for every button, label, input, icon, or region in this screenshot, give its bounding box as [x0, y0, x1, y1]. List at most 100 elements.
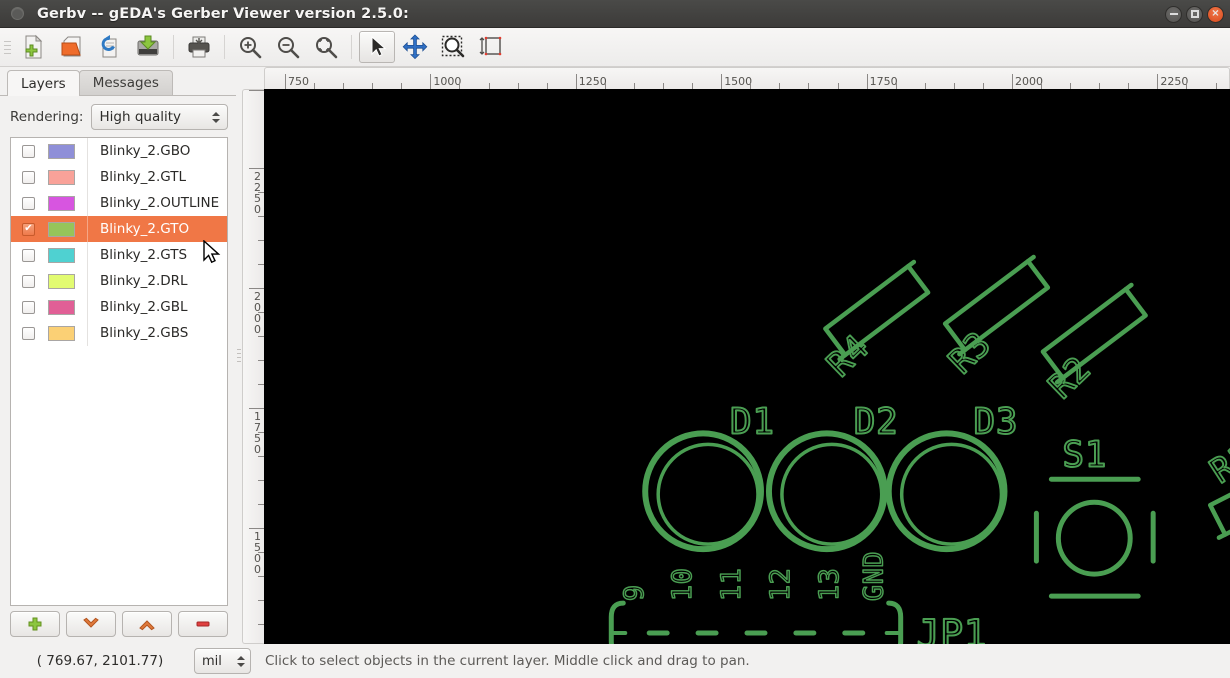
toolbar-grip[interactable]	[4, 35, 11, 59]
ruler-tick-major	[249, 288, 264, 289]
layer-visible-checkbox[interactable]	[22, 300, 35, 314]
maximize-button[interactable]	[1186, 5, 1203, 23]
layer-color-swatch[interactable]	[48, 169, 75, 185]
window-menu-icon[interactable]	[11, 7, 24, 20]
sidebar-tabs: Layers Messages	[0, 67, 236, 96]
print-icon[interactable]	[181, 31, 217, 63]
layer-action-buttons	[0, 606, 236, 644]
layer-column-divider	[87, 294, 88, 320]
rendering-select[interactable]: High quality	[90, 104, 228, 130]
status-hint: Click to select objects in the current l…	[265, 653, 750, 669]
pan-tool-icon[interactable]	[397, 31, 433, 63]
ruler-tick-major	[1012, 74, 1013, 89]
layer-row[interactable]: Blinky_2.GTL	[11, 164, 227, 190]
pointer-tool-icon[interactable]	[359, 31, 395, 63]
rendering-value: High quality	[99, 109, 182, 125]
layer-name: Blinky_2.GBS	[100, 325, 189, 341]
delete-layer-button[interactable]	[178, 611, 228, 637]
silk-switch-button	[1055, 499, 1133, 577]
rendering-row: Rendering: High quality	[0, 96, 236, 137]
ruler-tick-major	[721, 74, 723, 89]
ruler-label: 2000	[1015, 75, 1043, 88]
layer-color-swatch[interactable]	[48, 247, 75, 263]
layer-color-swatch[interactable]	[48, 325, 75, 341]
window-titlebar: Gerbv -- gEDA's Gerber Viewer version 2.…	[0, 0, 1230, 28]
layer-name: Blinky_2.DRL	[100, 273, 188, 289]
tab-messages[interactable]: Messages	[78, 70, 173, 95]
gerber-canvas[interactable]: R4 R3 R2 R1 D1 D2 D3 S1 9 10 11 12 13 GND JP1	[264, 89, 1230, 644]
layer-visible-checkbox[interactable]	[22, 144, 35, 158]
silk-led-outer-d2	[765, 430, 888, 553]
ruler-tick-major	[430, 74, 432, 89]
toolbar-separator	[351, 35, 352, 59]
ruler-tick-major	[249, 90, 264, 91]
measure-tool-icon[interactable]	[473, 31, 509, 63]
cursor-coordinates: ( 769.67, 2101.77)	[36, 653, 164, 669]
main-toolbar	[0, 28, 1230, 67]
layer-list[interactable]: Blinky_2.GBO Blinky_2.GTL Blinky_2.OUTLINE…	[10, 137, 228, 606]
layer-row[interactable]: Blinky_2.GBL	[11, 294, 227, 320]
move-layer-up-button[interactable]	[122, 611, 172, 637]
silk-led-outer-d3	[885, 430, 1008, 553]
status-bar: ( 769.67, 2101.77) mil Click to select o…	[0, 644, 1230, 678]
minimize-button[interactable]	[1165, 5, 1182, 23]
open-file-icon[interactable]	[54, 31, 90, 63]
layer-visible-checkbox[interactable]	[22, 196, 35, 210]
zoom-fit-icon[interactable]	[308, 31, 344, 63]
layer-row[interactable]: Blinky_2.DRL	[11, 268, 227, 294]
canvas-panel: 7501000125015001750200022502500 22502000…	[242, 67, 1230, 644]
silk-label-s1: S1	[1062, 434, 1107, 475]
ruler-tick-major	[1157, 74, 1159, 89]
toolbar-separator	[224, 35, 225, 59]
silk-pin-label-12: 12	[765, 568, 796, 602]
window-title: Gerbv -- gEDA's Gerber Viewer version 2.…	[37, 5, 409, 22]
revert-file-icon[interactable]	[92, 31, 128, 63]
zoom-out-icon[interactable]	[270, 31, 306, 63]
layer-row[interactable]: Blinky_2.GTS	[11, 242, 227, 268]
layer-color-swatch[interactable]	[48, 195, 75, 211]
ruler-tick-major	[249, 168, 264, 169]
layer-visible-checkbox[interactable]	[22, 170, 35, 184]
vertical-ruler: 2250200017501500	[242, 89, 264, 644]
layer-color-swatch[interactable]	[48, 273, 75, 289]
layer-name: Blinky_2.GBO	[100, 143, 191, 159]
layer-name: Blinky_2.GTL	[100, 169, 187, 185]
layer-visible-checkbox[interactable]	[22, 248, 35, 262]
move-layer-down-button[interactable]	[66, 611, 116, 637]
add-layer-button[interactable]	[10, 611, 60, 637]
silk-pin-label-9: 9	[619, 584, 650, 601]
zoom-tool-icon[interactable]	[435, 31, 471, 63]
layer-row[interactable]: ✔ Blinky_2.GTO	[11, 216, 227, 242]
tab-layers-label: Layers	[21, 75, 66, 92]
save-file-icon[interactable]	[130, 31, 166, 63]
layer-color-swatch[interactable]	[48, 299, 75, 315]
layer-column-divider	[87, 138, 88, 164]
splitter-grip-icon	[237, 349, 241, 362]
layer-row[interactable]: Blinky_2.OUTLINE	[11, 190, 227, 216]
silk-led-inner-d2	[780, 442, 884, 546]
layer-color-swatch[interactable]	[48, 143, 75, 159]
layer-color-swatch[interactable]	[48, 221, 75, 237]
layer-visible-checkbox[interactable]	[22, 326, 35, 340]
zoom-in-icon[interactable]	[232, 31, 268, 63]
unit-select[interactable]: mil	[194, 648, 251, 674]
ruler-corner	[242, 67, 264, 89]
new-file-icon[interactable]	[16, 31, 52, 63]
silk-label-jp1: JP1	[917, 612, 988, 644]
silk-led-inner-d3	[899, 442, 1004, 546]
silk-pin-label-11: 11	[716, 568, 747, 602]
layer-row[interactable]: Blinky_2.GBO	[11, 138, 227, 164]
layer-visible-checkbox[interactable]	[22, 274, 35, 288]
close-icon: ×	[1211, 8, 1220, 19]
ruler-tick-major	[866, 74, 868, 89]
close-button[interactable]: ×	[1207, 5, 1224, 23]
silk-led-outer-d1	[642, 430, 764, 553]
toolbar-separator	[173, 35, 174, 59]
layer-visible-checkbox-checked[interactable]: ✔	[22, 222, 35, 236]
tab-layers[interactable]: Layers	[7, 70, 80, 96]
layer-row[interactable]: Blinky_2.GBS	[11, 320, 227, 346]
silk-label-r1: R1	[1204, 436, 1230, 492]
ruler-label: 1500	[724, 75, 753, 88]
layer-column-divider	[87, 268, 88, 294]
layer-name: Blinky_2.GBL	[100, 299, 188, 315]
